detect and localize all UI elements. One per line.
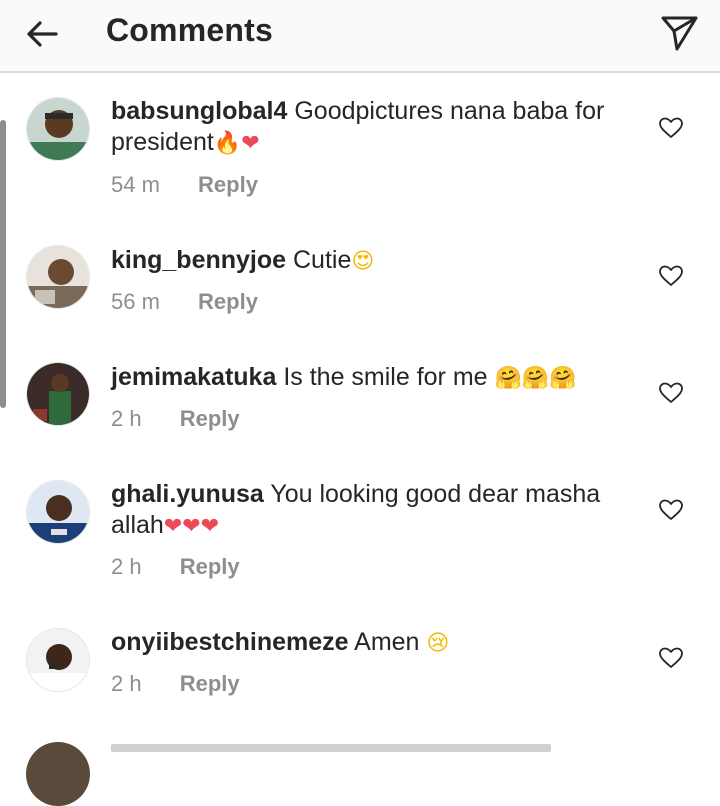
arrow-left-icon: [27, 21, 58, 47]
back-button[interactable]: [22, 14, 62, 54]
share-button[interactable]: [658, 12, 700, 54]
comment-username[interactable]: ghali.yunusa: [111, 480, 264, 508]
comment-username[interactable]: babsunglobal4: [111, 97, 287, 125]
avatar[interactable]: [26, 362, 90, 426]
paper-plane-icon: [661, 16, 698, 51]
comment-time: 56 m: [111, 289, 160, 314]
avatar-image: [27, 629, 89, 691]
comment-meta: 2 h Reply: [111, 406, 240, 432]
comment-emojis: 😍: [351, 249, 375, 274]
page-title: Comments: [106, 12, 273, 48]
avatar-image: [27, 98, 89, 160]
reply-button[interactable]: Reply: [198, 289, 258, 314]
comment-emojis: 🔥❤: [213, 131, 260, 156]
reply-button[interactable]: Reply: [198, 172, 258, 197]
comment-meta: 2 h Reply: [111, 671, 240, 697]
top-bar: Comments: [0, 0, 720, 73]
comment-meta: 2 h Reply: [111, 554, 240, 580]
comment-body-partial: [111, 744, 551, 752]
comment-meta: 54 m Reply: [111, 172, 258, 198]
avatar-image: [27, 363, 89, 425]
comment-body: jemimakatuka Is the smile for me 🤗🤗🤗: [111, 362, 631, 394]
avatar[interactable]: [26, 742, 90, 806]
like-button[interactable]: [658, 381, 684, 405]
comment-emojis: 🤗🤗🤗: [494, 366, 577, 391]
comment-text: Cutie: [293, 246, 352, 274]
avatar[interactable]: [26, 628, 90, 692]
like-button[interactable]: [658, 498, 684, 522]
reply-button[interactable]: Reply: [180, 406, 240, 431]
comment-username[interactable]: king_bennyjoe: [111, 246, 286, 274]
comment-text: Is the smile for me: [283, 363, 488, 391]
comment-body: ghali.yunusa You looking good dear masha…: [111, 479, 631, 542]
like-button[interactable]: [658, 264, 684, 288]
heart-outline-icon: [659, 647, 683, 668]
like-button[interactable]: [658, 116, 684, 140]
comment-emojis: ❤❤❤: [163, 514, 220, 539]
reply-button[interactable]: Reply: [180, 554, 240, 579]
comment-body: king_bennyjoe Cutie😍: [111, 245, 631, 277]
comment-time: 2 h: [111, 406, 142, 431]
comment-time: 2 h: [111, 671, 142, 696]
comment-time: 54 m: [111, 172, 160, 197]
heart-outline-icon: [659, 382, 683, 403]
comment-time: 2 h: [111, 554, 142, 579]
comment-body: babsunglobal4 Goodpictures nana baba for…: [111, 96, 631, 159]
heart-outline-icon: [659, 499, 683, 520]
avatar[interactable]: [26, 480, 90, 544]
comment-username[interactable]: onyiibestchinemeze: [111, 628, 349, 656]
like-button[interactable]: [658, 646, 684, 670]
avatar[interactable]: [26, 245, 90, 309]
scrollbar[interactable]: [0, 120, 6, 408]
comment-text: Amen: [354, 628, 420, 656]
avatar-image: [27, 246, 89, 308]
avatar[interactable]: [26, 97, 90, 161]
avatar-image: [27, 481, 89, 543]
comment-body: onyiibestchinemeze Amen 😢: [111, 627, 631, 659]
heart-outline-icon: [659, 265, 683, 286]
comment-emojis: 😢: [426, 631, 450, 656]
comment-meta: 56 m Reply: [111, 289, 258, 315]
heart-outline-icon: [659, 117, 683, 138]
reply-button[interactable]: Reply: [180, 671, 240, 696]
comment-username[interactable]: jemimakatuka: [111, 363, 276, 391]
